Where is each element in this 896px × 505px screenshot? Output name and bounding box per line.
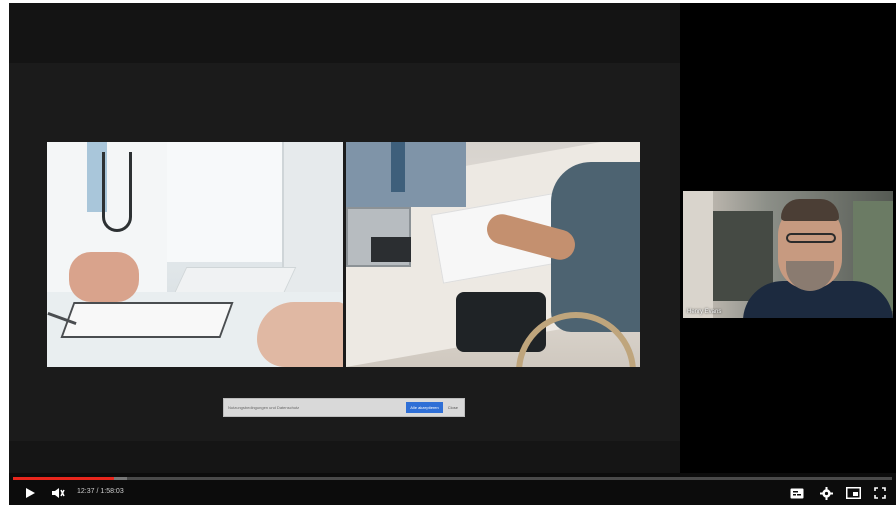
- progress-bar[interactable]: [13, 477, 892, 480]
- speaker-name-label: Henry Evans: [687, 309, 722, 315]
- consent-message: Nutzungsbedingungen und Datenschutz: [228, 405, 300, 410]
- window-background: [147, 142, 287, 262]
- accept-all-button[interactable]: Alle akzeptieren: [406, 402, 443, 413]
- close-button[interactable]: Close: [446, 402, 460, 413]
- stethoscope: [102, 152, 132, 232]
- subtitles-button[interactable]: [788, 485, 806, 501]
- player-controls: 12:37 / 1:58:03: [9, 473, 896, 505]
- consent-bar: Nutzungsbedingungen und Datenschutz Alle…: [223, 398, 465, 417]
- laptop-screen: [371, 237, 411, 262]
- screenshot-frame: Nutzungsbedingungen und Datenschutz Alle…: [0, 0, 896, 505]
- settings-button[interactable]: [817, 485, 835, 501]
- progress-played: [13, 477, 115, 480]
- miniplayer-icon: [845, 487, 861, 499]
- doctor-hands: [69, 252, 139, 302]
- miniplayer-button[interactable]: [844, 485, 862, 501]
- webcam-wall: [683, 191, 713, 318]
- clipboard-shape: [60, 302, 234, 338]
- slide-top-band: [9, 3, 680, 63]
- main-video-area[interactable]: Nutzungsbedingungen und Datenschutz Alle…: [9, 3, 680, 473]
- speaker-glasses: [786, 233, 836, 243]
- doctor-desk-photo: [47, 142, 343, 367]
- subtitles-icon: [790, 488, 804, 499]
- volume-muted-icon: [51, 487, 65, 499]
- tie-shape: [391, 142, 405, 192]
- patient-hand: [257, 302, 343, 367]
- play-icon: [24, 487, 36, 499]
- suit-person: [346, 142, 466, 207]
- fullscreen-button[interactable]: [871, 485, 889, 501]
- mute-button[interactable]: [49, 485, 67, 501]
- play-button[interactable]: [21, 485, 39, 501]
- fullscreen-icon: [874, 487, 886, 499]
- time-display: 12:37 / 1:58:03: [77, 488, 124, 495]
- slide-bottom-band: [9, 441, 680, 473]
- video-player[interactable]: Nutzungsbedingungen und Datenschutz Alle…: [9, 3, 896, 505]
- gear-icon: [819, 486, 833, 500]
- wheelchair-meeting-photo: [346, 142, 640, 367]
- speaker-webcam: Henry Evans: [683, 191, 893, 318]
- speaker-hair: [781, 199, 839, 221]
